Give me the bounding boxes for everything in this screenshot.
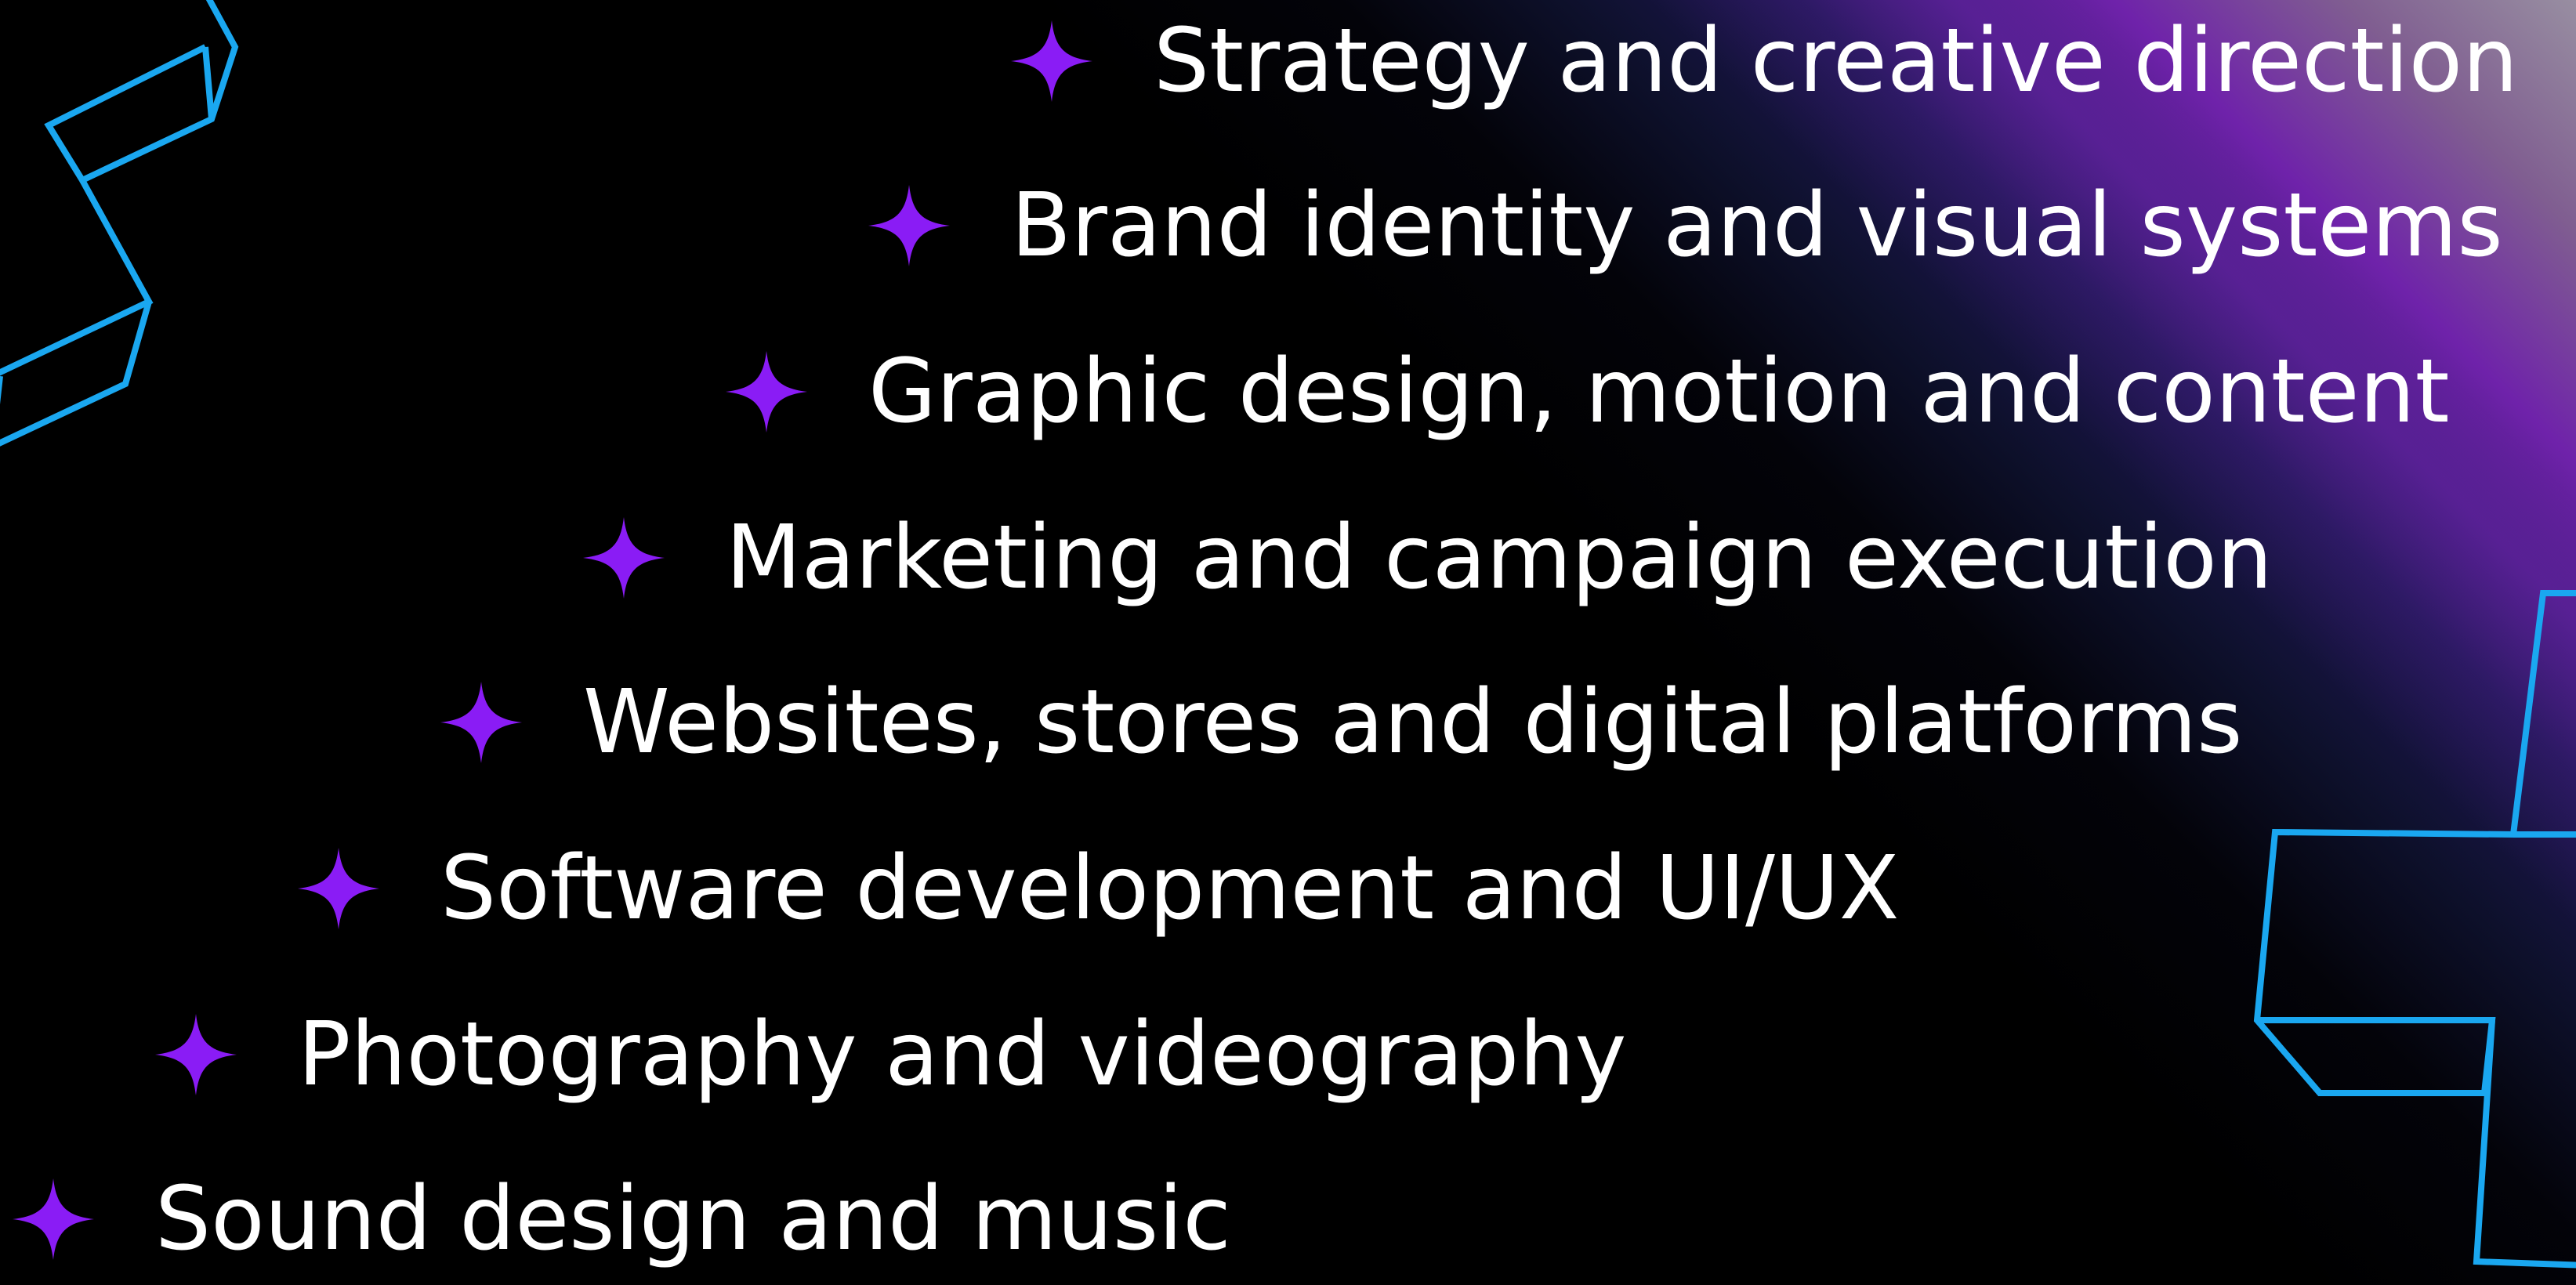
four-point-star-icon [868,185,950,266]
list-item: Strategy and creative direction [1011,17,2518,105]
service-label: Strategy and creative direction [1154,10,2519,112]
four-point-star-icon [298,848,379,929]
list-item: Software development and UI/UX [298,845,1900,932]
services-list: Strategy and creative direction Brand id… [0,0,2576,1285]
list-item: Websites, stores and digital platforms [440,679,2243,766]
list-item: Photography and videography [155,1011,1627,1099]
four-point-star-icon [155,1014,237,1095]
service-label: Graphic design, motion and content [868,341,2450,443]
services-slide: Strategy and creative direction Brand id… [0,0,2576,1285]
service-label: Websites, stores and digital platforms [583,671,2243,773]
four-point-star-icon [13,1178,94,1260]
list-item: Sound design and music [13,1175,1231,1263]
list-item: Brand identity and visual systems [868,182,2503,270]
four-point-star-icon [1011,20,1092,102]
four-point-star-icon [583,517,665,599]
four-point-star-icon [440,682,522,763]
service-label: Photography and videography [298,1004,1627,1106]
service-label: Brand identity and visual systems [1011,175,2503,277]
list-item: Graphic design, motion and content [726,348,2449,436]
service-label: Sound design and music [155,1168,1231,1270]
list-item: Marketing and campaign execution [583,514,2273,602]
service-label: Software development and UI/UX [440,838,1900,939]
four-point-star-icon [726,351,807,433]
service-label: Marketing and campaign execution [726,507,2273,609]
